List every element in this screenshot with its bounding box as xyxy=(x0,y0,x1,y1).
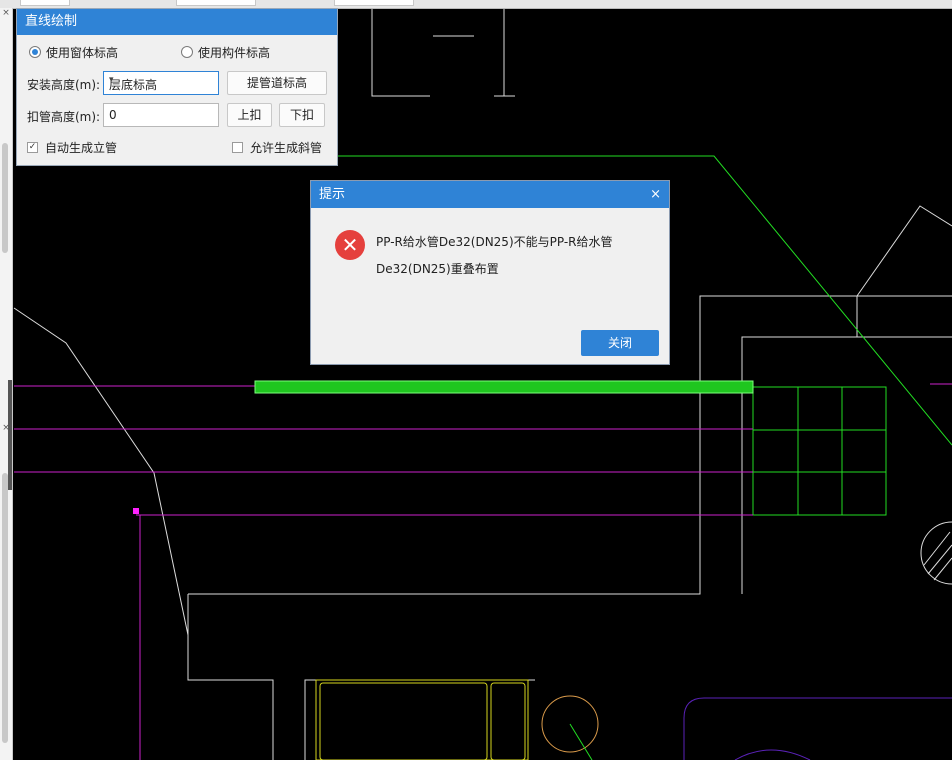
auto-riser-label: 自动生成立管 xyxy=(45,141,118,155)
dialog-message-line: De32(DN25)重叠布置 xyxy=(376,262,499,276)
chevron-down-icon: ▾ xyxy=(109,75,114,85)
toolbar-field[interactable] xyxy=(176,0,256,6)
radio-use-component-elevation[interactable] xyxy=(181,46,193,58)
install-height-label: 安装高度(m): xyxy=(27,78,101,92)
deduct-height-value: 0 xyxy=(109,108,117,122)
error-icon: ✕ xyxy=(335,230,365,260)
dialog-message-line: PP-R给水管De32(DN25)不能与PP-R给水管 xyxy=(376,235,613,249)
deduct-height-input[interactable]: 0 xyxy=(103,103,219,127)
radio-component-label: 使用构件标高 xyxy=(198,46,271,60)
panel-title: 直线绘制 xyxy=(17,9,337,35)
scrollbar-thumb[interactable] xyxy=(2,473,8,743)
close-icon[interactable]: × xyxy=(1,423,11,433)
allow-slope-checkbox[interactable] xyxy=(232,142,243,153)
splitter-handle[interactable] xyxy=(8,380,12,490)
toolbar-field[interactable] xyxy=(20,0,70,6)
dialog-title-bar: 提示 × xyxy=(311,181,669,208)
install-height-select[interactable]: 层底标高 ▾ xyxy=(103,71,219,95)
close-icon[interactable]: × xyxy=(650,181,661,208)
deduct-height-label: 扣管高度(m): xyxy=(27,110,101,124)
left-side-panel-strip: × × xyxy=(0,8,13,760)
toolbar-field[interactable] xyxy=(334,0,414,6)
selected-pipe-highlight xyxy=(254,380,754,394)
magenta-riser-point xyxy=(133,508,139,514)
raise-pipe-elevation-button[interactable]: 提管道标高 xyxy=(227,71,327,95)
close-icon[interactable]: × xyxy=(1,8,11,18)
radio-use-window-elevation[interactable] xyxy=(29,46,41,58)
deduct-down-button[interactable]: 下扣 xyxy=(279,103,325,127)
allow-slope-label: 允许生成斜管 xyxy=(250,141,323,155)
line-draw-panel: 直线绘制 使用窗体标高 使用构件标高 安装高度(m): 层底标高 ▾ 提管道标高… xyxy=(16,8,338,166)
radio-window-label: 使用窗体标高 xyxy=(46,46,119,60)
auto-riser-checkbox[interactable]: ✓ xyxy=(27,142,38,153)
dialog-message: PP-R给水管De32(DN25)不能与PP-R给水管 De32(DN25)重叠… xyxy=(376,229,646,283)
scrollbar-thumb[interactable] xyxy=(2,143,8,253)
dialog-title: 提示 xyxy=(319,187,346,202)
alert-dialog: 提示 × ✕ PP-R给水管De32(DN25)不能与PP-R给水管 De32(… xyxy=(310,180,670,365)
deduct-up-button[interactable]: 上扣 xyxy=(227,103,272,127)
dialog-close-button[interactable]: 关闭 xyxy=(581,330,659,356)
